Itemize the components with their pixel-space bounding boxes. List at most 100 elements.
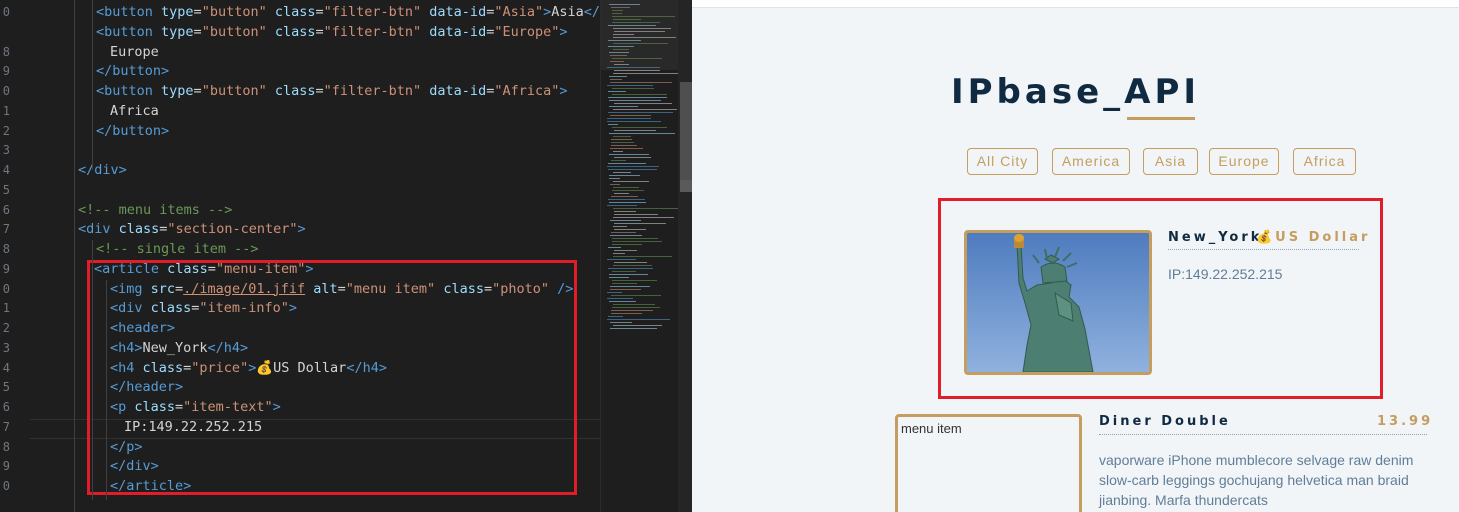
line-number: 8	[2, 242, 10, 256]
minimap-line	[609, 202, 646, 203]
code-token: data-id	[429, 83, 487, 99]
code-line[interactable]: Africa	[110, 101, 159, 121]
code-token: <button	[96, 23, 162, 40]
code-line[interactable]: Europe	[110, 42, 159, 62]
code-token: <!-- menu items -->	[78, 201, 233, 218]
code-token: <button	[96, 83, 162, 99]
line-number: 0	[2, 84, 10, 98]
minimap-line	[612, 307, 660, 308]
code-line[interactable]: <button type="button" class="filter-btn"…	[96, 2, 608, 22]
code-editor-pane[interactable]: 089012345678901234567890 <button type="b…	[0, 0, 692, 512]
editor-scrollbar[interactable]	[678, 0, 692, 512]
minimap-line	[613, 253, 625, 254]
line-number: 8	[2, 44, 10, 59]
minimap-line	[608, 97, 667, 98]
minimap-line	[608, 124, 618, 125]
minimap-line	[608, 91, 626, 92]
code-line[interactable]: </div>	[78, 160, 127, 180]
minimap-line	[610, 82, 672, 83]
minimap-line	[611, 160, 626, 161]
line-number: 1	[2, 103, 10, 118]
minimap-line	[610, 148, 643, 149]
line-number: 9	[2, 261, 10, 276]
code-line[interactable]: </button>	[96, 121, 169, 141]
line-number: 4	[2, 163, 10, 177]
code-token: "Asia"	[494, 4, 544, 20]
minimap-line	[611, 310, 653, 311]
code-line[interactable]: <!-- single item -->	[96, 239, 259, 259]
minimap-line	[610, 328, 657, 329]
code-token: "filter-btn"	[323, 4, 430, 20]
minimap-line	[613, 217, 674, 218]
line-number: 5	[2, 380, 10, 395]
code-token: =	[193, 4, 202, 20]
minimap-line	[610, 235, 642, 236]
code-token: Asia	[551, 4, 584, 20]
code-token: class	[274, 23, 316, 40]
minimap-line	[607, 118, 651, 119]
minimap-line	[610, 322, 632, 323]
code-line[interactable]: </button>	[96, 61, 169, 81]
minimap-line	[608, 316, 623, 317]
code-token: "Europe"	[494, 23, 560, 40]
minimap-line	[607, 85, 653, 86]
minimap-line	[612, 127, 667, 128]
minimap-line	[613, 208, 679, 209]
code-line[interactable]: <!-- menu items -->	[78, 200, 232, 220]
minimap-line	[613, 187, 639, 188]
code-token: type	[161, 23, 194, 40]
item-price: 13.99	[1377, 414, 1434, 429]
code-token: </button>	[96, 63, 170, 80]
browser-preview[interactable]: IPbase_API All City America Asia Europe …	[692, 0, 1459, 512]
minimap-line	[611, 313, 642, 314]
filter-button-europe[interactable]: Europe	[1209, 148, 1279, 175]
line-number: 5	[2, 182, 10, 197]
minimap-line	[614, 103, 672, 104]
code-token: "button"	[201, 83, 275, 99]
code-token: <button	[96, 4, 162, 20]
code-token: >	[559, 23, 568, 40]
minimap-line	[611, 232, 636, 233]
filter-button-asia[interactable]: Asia	[1143, 148, 1198, 175]
code-token: Africa	[110, 102, 159, 119]
filter-button-africa[interactable]: Africa	[1293, 148, 1356, 175]
minimap-line	[611, 196, 638, 197]
filter-button-america[interactable]: America	[1052, 148, 1130, 175]
minimap-line	[607, 166, 659, 167]
minimap[interactable]	[600, 0, 679, 512]
minimap-line	[611, 145, 637, 146]
code-line[interactable]: <div class="section-center">	[78, 219, 306, 239]
editor-scrollbar-marker	[680, 180, 692, 192]
minimap-line	[614, 193, 629, 194]
minimap-line	[608, 268, 653, 269]
minimap-line	[607, 298, 633, 299]
minimap-line	[607, 292, 622, 293]
minimap-line	[614, 157, 651, 158]
code-token: =	[193, 83, 202, 99]
title-underline	[1127, 117, 1195, 120]
minimap-line	[612, 238, 658, 239]
editor-scrollbar-thumb[interactable]	[680, 82, 692, 182]
minimap-line	[614, 229, 646, 230]
minimap-line	[614, 211, 636, 212]
line-number: 9	[2, 459, 10, 474]
minimap-viewport[interactable]	[601, 0, 678, 70]
line-number: 3	[2, 143, 10, 158]
minimap-line	[611, 142, 634, 143]
code-token: >	[559, 83, 568, 99]
minimap-line	[609, 133, 675, 134]
minimap-line	[612, 280, 657, 281]
minimap-line	[611, 295, 661, 296]
broken-image-alt-text: menu item	[901, 421, 962, 436]
code-token: data-id	[429, 23, 487, 40]
minimap-line	[614, 262, 647, 263]
minimap-line	[614, 214, 658, 215]
minimap-line	[609, 277, 629, 278]
code-line[interactable]: <button type="button" class="filter-btn"…	[96, 81, 568, 101]
minimap-line	[609, 154, 649, 155]
code-line[interactable]: <button type="button" class="filter-btn"…	[96, 22, 568, 42]
minimap-line	[612, 88, 654, 89]
filter-button-all-city[interactable]: All City	[967, 148, 1038, 175]
line-number: 1	[2, 301, 10, 316]
code-token: class	[118, 221, 160, 238]
